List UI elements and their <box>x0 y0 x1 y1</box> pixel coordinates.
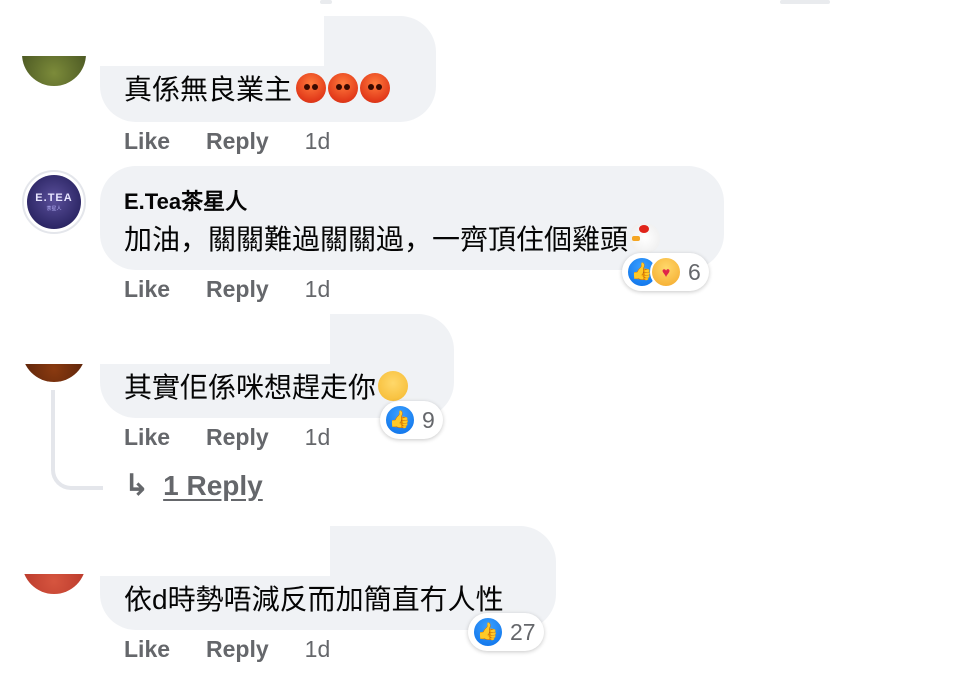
avatar-mask <box>20 528 90 574</box>
like-button[interactable]: Like <box>124 636 170 663</box>
logo-text: E.TEA <box>35 192 73 204</box>
scroll-remnant <box>320 0 332 4</box>
relieved-face-icon <box>378 371 409 401</box>
comment-author[interactable]: E.Tea茶星人 <box>124 184 247 216</box>
logo-subtext: 茶星人 <box>46 206 62 212</box>
timestamp[interactable]: 1d <box>305 424 331 451</box>
comment-text-content: 加油，關關難過關關過，一齊頂住個雞頭 <box>124 224 629 255</box>
avatar-mask <box>20 316 90 364</box>
reaction-summary[interactable]: 👍 27 <box>468 613 544 651</box>
comment-text: 加油，關關難過關關過，一齊頂住個雞頭 <box>124 218 661 258</box>
like-button[interactable]: Like <box>124 424 170 451</box>
angry-face-icon <box>296 73 327 103</box>
timestamp[interactable]: 1d <box>305 276 331 303</box>
reply-button[interactable]: Reply <box>206 276 269 303</box>
comment-actions: Like Reply 1d <box>124 424 330 451</box>
chicken-icon <box>630 223 661 253</box>
angry-face-icon <box>360 73 391 103</box>
comment-text-content: 其實佢係咪想趕走你 <box>124 372 377 403</box>
bubble-mask <box>100 314 330 364</box>
reaction-summary[interactable]: 👍 ♥ 6 <box>622 253 709 291</box>
bubble-mask <box>100 526 330 576</box>
comment-text: 依d時勢唔減反而加簡直冇人性 <box>124 578 504 618</box>
timestamp[interactable]: 1d <box>305 636 331 663</box>
comment-text: 真係無良業主 <box>124 68 391 108</box>
comment-text-content: 依d時勢唔減反而加簡直冇人性 <box>124 584 504 615</box>
reply-button[interactable]: Reply <box>206 636 269 663</box>
view-replies-link[interactable]: ↳ 1 Reply <box>124 468 263 503</box>
reaction-count: 27 <box>510 618 536 645</box>
comment-text: 其實佢係咪想趕走你 <box>124 366 409 406</box>
reply-button[interactable]: Reply <box>206 128 269 155</box>
avatar[interactable]: E.TEA 茶星人 <box>22 170 86 234</box>
reply-thread-line <box>51 390 103 490</box>
comment-actions: Like Reply 1d <box>124 128 330 155</box>
like-button[interactable]: Like <box>124 276 170 303</box>
etea-logo: E.TEA 茶星人 <box>27 175 81 229</box>
avatar-mask <box>20 20 90 56</box>
timestamp[interactable]: 1d <box>305 128 331 155</box>
reply-button[interactable]: Reply <box>206 424 269 451</box>
bubble-mask <box>100 16 324 66</box>
reply-arrow-icon: ↳ <box>124 469 150 502</box>
like-icon: 👍 <box>384 404 416 436</box>
like-icon: 👍 <box>472 616 504 648</box>
like-button[interactable]: Like <box>124 128 170 155</box>
care-icon: ♥ <box>650 256 682 288</box>
angry-face-icon <box>328 73 359 103</box>
view-replies-label[interactable]: 1 Reply <box>163 470 263 502</box>
comment-text-content: 真係無良業主 <box>124 74 293 105</box>
reaction-count: 6 <box>688 258 701 285</box>
comment-actions: Like Reply 1d <box>124 636 330 663</box>
reaction-summary[interactable]: 👍 9 <box>380 401 443 439</box>
comment-actions: Like Reply 1d <box>124 276 330 303</box>
scroll-remnant <box>780 0 830 4</box>
reaction-count: 9 <box>422 406 435 433</box>
